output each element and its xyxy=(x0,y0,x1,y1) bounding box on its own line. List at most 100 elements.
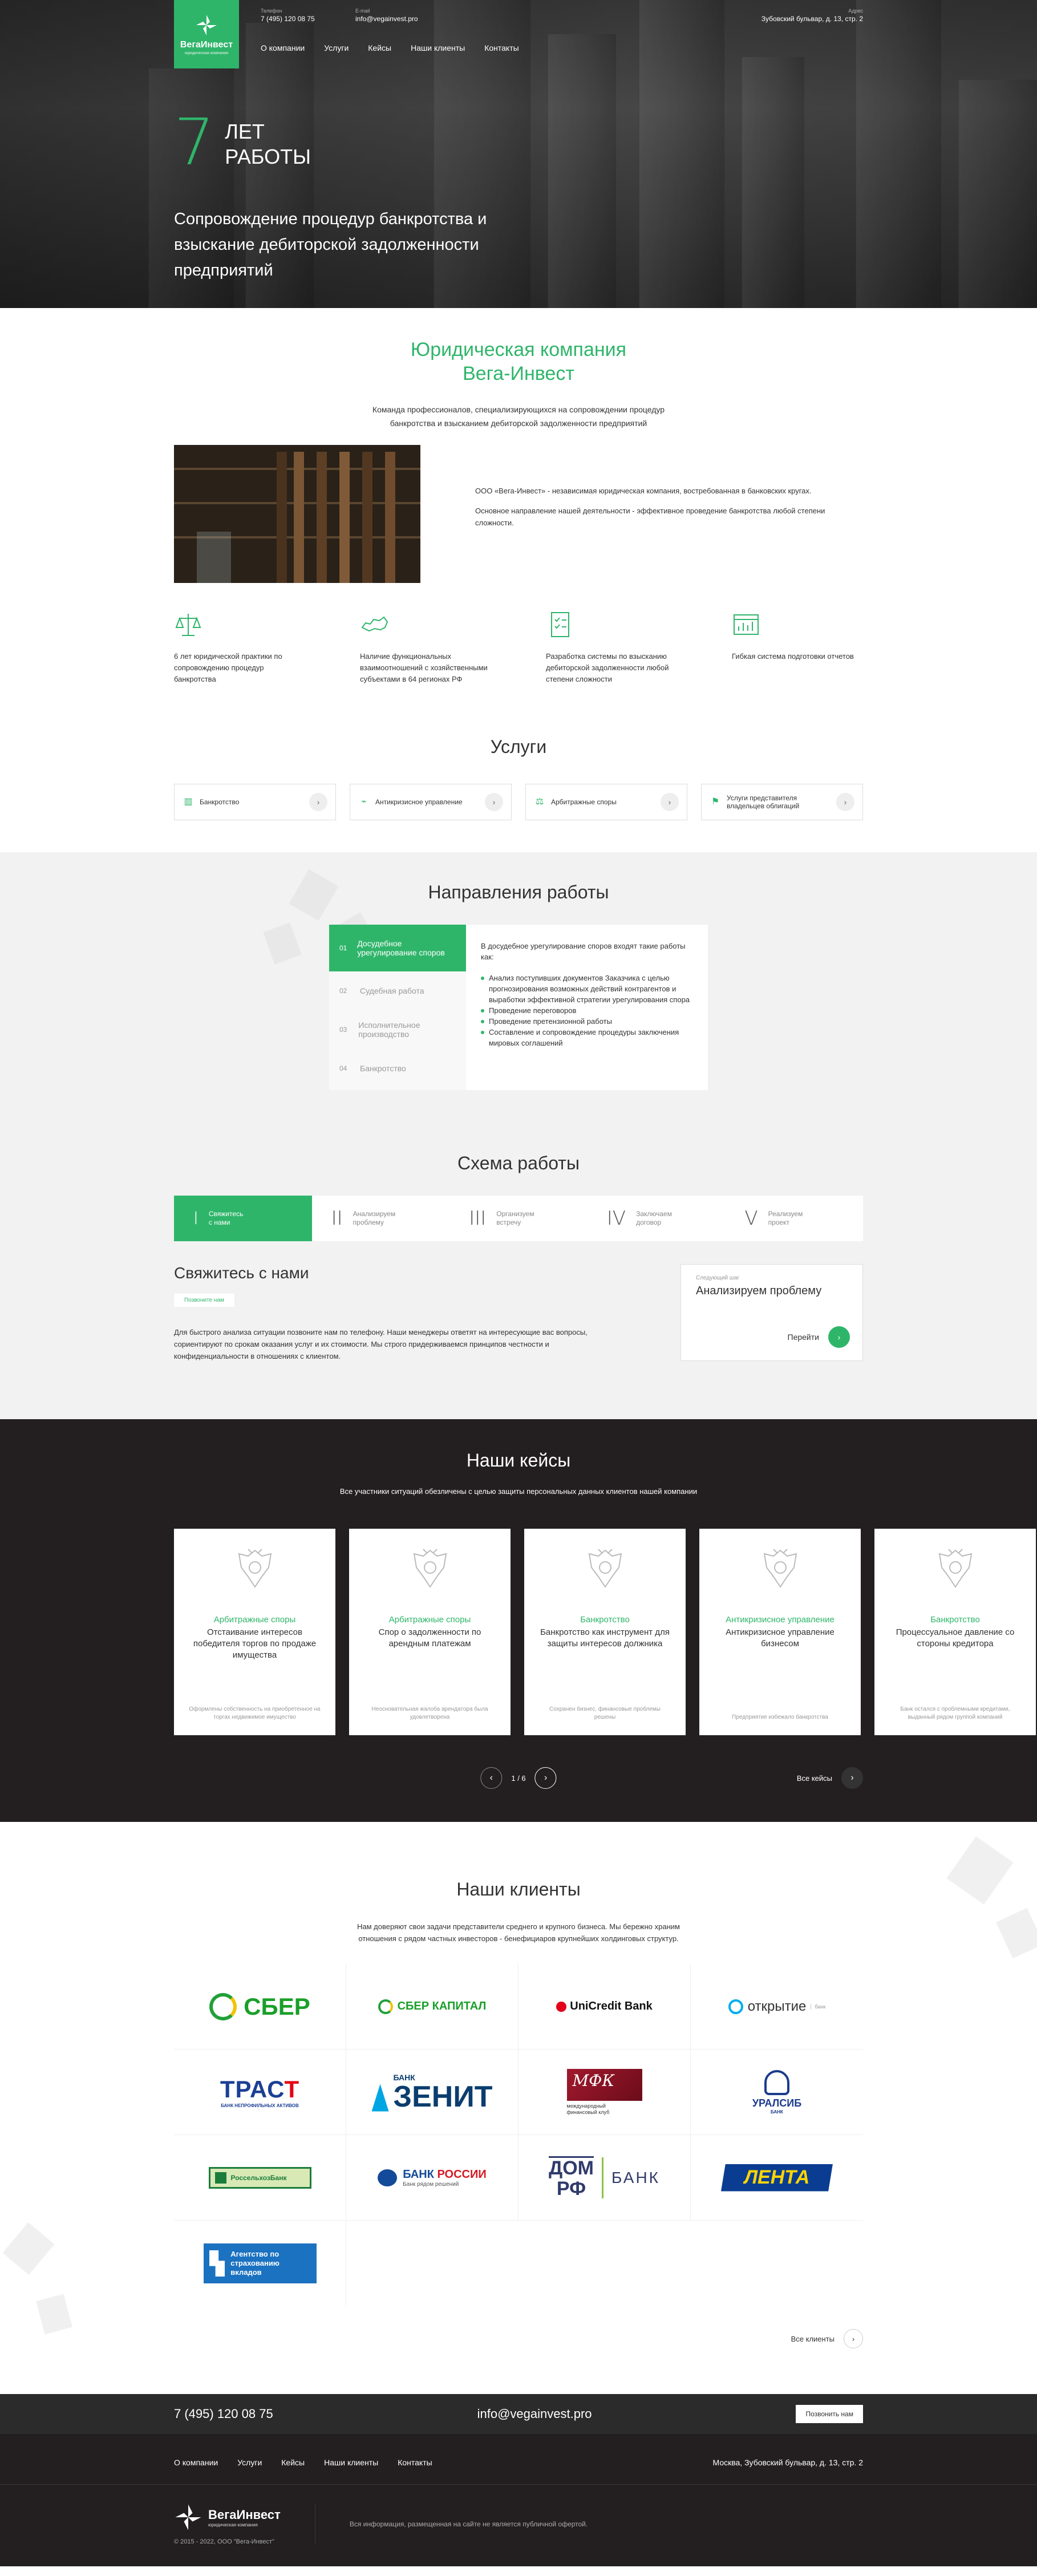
step-implement[interactable]: V Реализуем проект xyxy=(725,1196,863,1241)
step-detail-text: Для быстрого анализа ситуации позвоните … xyxy=(174,1328,588,1360)
client-logo-sbercapital: СБЕР КАПИТАЛ xyxy=(346,1964,518,2050)
list-item: Составление и сопровождение процедуры за… xyxy=(481,1027,693,1048)
feature-item: Разработка системы по взысканию дебиторс… xyxy=(546,610,677,685)
client-logo-zenit: БАНК ЗЕНИТ xyxy=(346,2050,518,2135)
chevron-right-icon: › xyxy=(841,1767,863,1789)
client-logo-mfk: МФК международный финансовый клуб xyxy=(518,2050,691,2135)
next-step-title: Анализируем проблему xyxy=(696,1285,822,1297)
nav-clients[interactable]: Наши клиенты xyxy=(411,43,465,52)
nav-services[interactable]: Услуги xyxy=(324,43,349,52)
step-line1: Организуем xyxy=(496,1210,534,1218)
step-detail: Свяжитесь с нами Позвоните нам Для быстр… xyxy=(174,1264,625,1362)
tab-pretrial[interactable]: 01 Досудебное урегулирование споров xyxy=(329,925,466,971)
logo-subtitle: юридическая компания xyxy=(184,51,229,55)
otkritie-logo-icon xyxy=(728,1999,743,2014)
scheme-steps: I Свяжитесь с нами II Анализируем проблему… xyxy=(174,1196,863,1241)
about-text: ООО «Вега-Инвест» - независимая юридичес… xyxy=(475,445,835,583)
step-line2: с нами xyxy=(208,1218,230,1226)
service-bankruptcy[interactable]: ▥ Банкротство › xyxy=(174,784,336,820)
step-contract[interactable]: IV Заключаем договор xyxy=(588,1196,726,1241)
service-label: Антикризисное управление xyxy=(375,798,463,806)
step-line2: проблему xyxy=(353,1218,384,1226)
list-item: Проведение переговоров xyxy=(481,1005,693,1016)
case-result: Предприятие избежало банкротства xyxy=(732,1714,828,1720)
unicredit-logo-icon xyxy=(556,2001,567,2012)
footer-nav-clients[interactable]: Наши клиенты xyxy=(324,2458,378,2467)
nav-contacts[interactable]: Контакты xyxy=(484,43,518,52)
decor-shard xyxy=(996,1907,1037,1959)
flag-icon: ⚑ xyxy=(711,797,720,807)
all-clients-link[interactable]: Все клиенты › xyxy=(174,2329,863,2348)
step-label: Заключаем договор xyxy=(636,1210,672,1227)
prev-arrow-icon[interactable]: ‹ xyxy=(480,1767,503,1789)
asv-logo-icon xyxy=(209,2250,225,2277)
library-photo xyxy=(174,445,420,583)
logo-text: РФ xyxy=(556,2178,586,2200)
pager-count: 1 / 6 xyxy=(511,1773,526,1783)
about-lead-line2: банкротства и взысканием дебиторской зад… xyxy=(390,419,647,428)
list-item: Анализ поступивших документов Заказчика … xyxy=(481,973,693,1005)
footer-call-button[interactable]: Позвонить нам xyxy=(796,2405,863,2423)
logo-text: ТРАС xyxy=(220,2076,285,2103)
logo-text: ДОМ xyxy=(549,2157,594,2179)
footer-nav-services[interactable]: Услуги xyxy=(237,2458,262,2467)
client-logo-asv: Агентство по страхованию вкладов xyxy=(174,2221,346,2306)
coat-of-arms-icon xyxy=(413,1549,447,1588)
step-line1: Заключаем xyxy=(636,1210,672,1218)
chevron-right-icon: › xyxy=(485,793,503,811)
case-card[interactable]: Банкротство Банкротство как инструмент д… xyxy=(524,1529,686,1735)
nav-cases[interactable]: Кейсы xyxy=(368,43,391,52)
footer-main: О компании Услуги Кейсы Наши клиенты Кон… xyxy=(0,2434,1037,2566)
header-email[interactable]: E-mail info@vegainvest.pro xyxy=(355,8,418,23)
footer-address: Москва, Зубовский бульвар, д. 13, стр. 2 xyxy=(712,2458,864,2467)
header-logo[interactable]: ВегаИнвест юридическая компания xyxy=(174,0,239,68)
step-line2: проект xyxy=(768,1218,790,1226)
tab-court[interactable]: 02 Судебная работа xyxy=(329,971,466,1010)
case-result: Оформлены собственность на приобретенное… xyxy=(189,1706,321,1720)
address-value: Зубовский бульвар, д. 13, стр. 2 xyxy=(761,15,863,23)
checklist-icon xyxy=(551,612,569,637)
case-result: Сохранен бизнес, финансовые проблемы реш… xyxy=(549,1706,661,1720)
case-card[interactable]: Банкротство Процессуальное давление со с… xyxy=(874,1529,1036,1735)
case-card[interactable]: Арбитражные споры Спор о задолженности п… xyxy=(349,1529,511,1735)
next-arrow-icon[interactable]: › xyxy=(534,1767,557,1789)
service-arbitration[interactable]: ⚖ Арбитражные споры › xyxy=(525,784,687,820)
footer-nav-about[interactable]: О компании xyxy=(174,2458,218,2467)
tab-enforcement[interactable]: 03 Исполнительное производство xyxy=(329,1010,466,1049)
step-analyze[interactable]: II Анализируем проблему xyxy=(312,1196,450,1241)
step-line1: Свяжитесь xyxy=(208,1210,244,1218)
footer-nav-cases[interactable]: Кейсы xyxy=(281,2458,305,2467)
step-meeting[interactable]: III Организуем встречу xyxy=(449,1196,588,1241)
step-contact[interactable]: I Свяжитесь с нами xyxy=(174,1196,312,1241)
logo-subtext: БАНК НЕПРОФИЛЬНЫХ АКТИВОВ xyxy=(221,2103,299,2108)
tab-bankruptcy[interactable]: 04 Банкротство xyxy=(329,1049,466,1088)
logo-text: ЛЕНТА xyxy=(721,2164,833,2192)
footer-nav-contacts[interactable]: Контакты xyxy=(398,2458,432,2467)
client-logo-trust: ТРАСТ БАНК НЕПРОФИЛЬНЫХ АКТИВОВ xyxy=(174,2050,346,2135)
directions-title: Направления работы xyxy=(428,882,609,902)
service-crisis-management[interactable]: ⌁ Антикризисное управление › xyxy=(350,784,512,820)
header-phone[interactable]: Телефон 7 (495) 120 08 75 xyxy=(261,8,315,23)
nav-about[interactable]: О компании xyxy=(261,43,305,52)
features-list: 6 лет юридической практики по сопровожде… xyxy=(174,610,863,685)
directions-content: В досудебное урегулирование споров входя… xyxy=(466,925,708,1090)
sber-logo-icon xyxy=(209,1992,237,2020)
case-card[interactable]: Антикризисное управление Антикризисное у… xyxy=(699,1529,861,1735)
zenit-logo-icon xyxy=(371,2084,389,2112)
footer-email[interactable]: info@vegainvest.pro xyxy=(477,2407,592,2421)
phone-value: 7 (495) 120 08 75 xyxy=(261,15,315,23)
service-bondholder-rep[interactable]: ⚑ Услуги представителя владельцев облига… xyxy=(701,784,863,820)
footer-phone[interactable]: 7 (495) 120 08 75 xyxy=(174,2407,273,2421)
call-us-button[interactable]: Позвоните нам xyxy=(174,1294,234,1307)
clients-lead-line1: Нам доверяют свои задачи представители с… xyxy=(357,1922,680,1931)
case-card[interactable]: Арбитражные споры Отстаивание интересов … xyxy=(174,1529,335,1735)
logo-text: СБЕР xyxy=(244,1992,310,2020)
about-para2: Основное направление нашей деятельности … xyxy=(475,507,825,527)
next-step-button[interactable]: Перейти › xyxy=(788,1326,850,1348)
logo-text: UniCredit Bank xyxy=(570,2000,653,2012)
service-label: Банкротство xyxy=(200,798,240,806)
step-label: Анализируем проблему xyxy=(353,1210,396,1227)
next-step-label: Следующий шаг xyxy=(696,1275,740,1281)
footer-logo[interactable]: ВегаИнвест юридическая компания xyxy=(174,2503,281,2532)
all-cases-link[interactable]: Все кейсы › xyxy=(797,1767,863,1789)
